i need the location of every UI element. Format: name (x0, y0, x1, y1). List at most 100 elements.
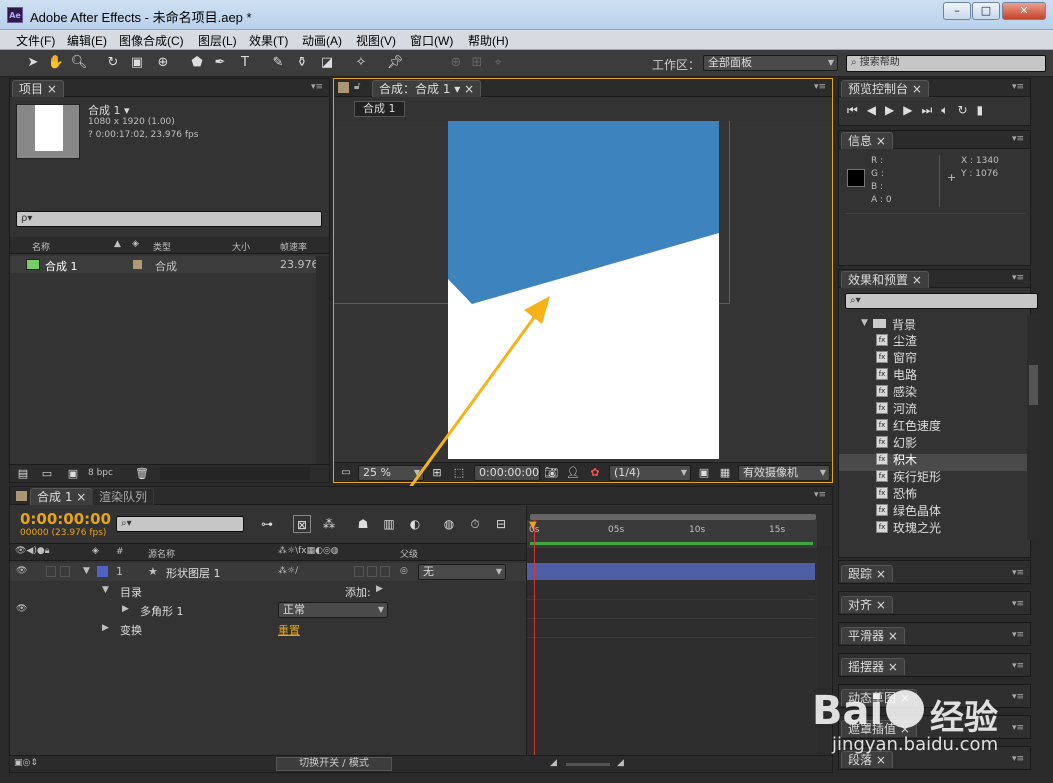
live-update-icon[interactable]: ⊠ (293, 515, 311, 533)
info-menu-icon[interactable]: ▾≡ (1012, 134, 1024, 144)
zoom-tool-icon[interactable]: 🔍︎ (70, 54, 88, 72)
effects-search-input[interactable]: ⌕▾ (845, 293, 1038, 309)
add-label[interactable]: 添加: (345, 584, 371, 600)
timeline-timecode[interactable]: 0:00:00:00 (20, 510, 111, 528)
tab-tracker[interactable]: 跟踪 × (841, 565, 893, 582)
reset-link[interactable]: 重置 (278, 622, 300, 638)
mask-interpolation-menu-icon[interactable]: ▾≡ (1012, 723, 1024, 733)
draft-3d-icon[interactable]: ⁂ (320, 515, 338, 533)
hand-tool-icon[interactable]: ✋ (47, 54, 65, 72)
menu-view[interactable]: 视图(V) (356, 32, 396, 49)
pickwhip-icon[interactable]: ◎ (400, 566, 408, 576)
transform-row[interactable]: ▶ 变换 重置 (10, 620, 526, 638)
menu-edit[interactable]: 编辑(E) (67, 32, 107, 49)
project-item-row[interactable]: 合成 1 合成 23.976 (10, 256, 319, 273)
menu-animation[interactable]: 动画(A) (302, 32, 342, 49)
transparency-grid-icon[interactable]: ▦ (716, 464, 734, 482)
zoom-out-icon[interactable]: ◢ (550, 758, 557, 768)
expand-contents-icon[interactable]: ▼ (102, 585, 109, 595)
comp-mini-flowchart-icon[interactable]: ⊶ (258, 515, 276, 533)
timeline-track-area[interactable]: 0s 05s 10s 15s ▼ (526, 506, 832, 772)
interpret-footage-icon[interactable]: ▤ (14, 465, 32, 483)
tab-info[interactable]: 信息 × (841, 132, 893, 149)
motion-sketch-menu-icon[interactable]: ▾≡ (1012, 692, 1024, 702)
align-menu-icon[interactable]: ▾≡ (1012, 599, 1024, 609)
effect-item[interactable]: fx 恐怖 (876, 485, 917, 502)
zoom-in-icon[interactable]: ◢ (617, 758, 624, 768)
minimize-button[interactable]: – (943, 2, 971, 20)
show-snapshot-icon[interactable]: 👤︎ (564, 464, 582, 482)
trash-icon[interactable]: 🗑︎ (133, 465, 151, 483)
switch-box-3[interactable] (380, 566, 390, 577)
pen-tool-icon[interactable]: ✒ (211, 54, 229, 72)
expand-polygon-icon[interactable]: ▶ (122, 604, 129, 614)
timeline-menu-icon[interactable]: ▾≡ (814, 490, 826, 500)
tab-align[interactable]: 对齐 × (841, 596, 893, 613)
effect-item[interactable]: fx 尘渣 (876, 332, 917, 349)
layer-label-swatch[interactable] (97, 566, 108, 577)
roto-brush-tool-icon[interactable]: ✧ (352, 54, 370, 72)
paragraph-menu-icon[interactable]: ▾≡ (1012, 754, 1024, 764)
effect-item[interactable]: fx 玫瑰之光 (876, 519, 941, 536)
layer-switches-icons[interactable]: ⁂☼/ (278, 566, 298, 576)
visibility-eye-icon[interactable]: 👁︎ (16, 566, 27, 576)
selection-tool-icon[interactable]: ➤ (24, 54, 42, 72)
tab-render-queue[interactable]: 渲染队列 (92, 488, 155, 505)
close-button[interactable]: ✕ (1002, 2, 1046, 20)
switch-box-2[interactable] (367, 566, 377, 577)
col-parent[interactable]: 父级 (400, 547, 418, 560)
tab-timeline-comp[interactable]: 合成 1 × (30, 488, 94, 505)
footer-icons[interactable]: ▣◎⇕ (14, 758, 38, 768)
polygon-row[interactable]: 👁︎ ▶ 多角形 1 正常 ▼ (10, 601, 526, 619)
menu-layer[interactable]: 图层(L) (198, 32, 237, 49)
puppet-pin-tool-icon[interactable]: 📌︎ (386, 54, 404, 72)
switch-box-1[interactable] (354, 566, 364, 577)
workspace-dropdown[interactable]: 全部面板 ▼ (703, 55, 838, 71)
graph-editor-icon[interactable]: ⊟ (492, 515, 510, 533)
menu-file[interactable]: 文件(F) (16, 32, 55, 49)
smoother-menu-icon[interactable]: ▾≡ (1012, 630, 1024, 640)
layer-row[interactable]: 👁︎ ▼ 1 ★ 形状图层 1 ⁂☼/ ◎ 无 ▼ (10, 563, 526, 581)
tab-effects-presets[interactable]: 效果和预置 × (841, 271, 929, 288)
effects-folder-name[interactable]: 背景 (892, 316, 916, 333)
effects-vscrollbar[interactable] (1027, 315, 1040, 540)
comp-subtab[interactable]: 合成 1 (354, 101, 405, 117)
timeline-vscrollbar[interactable] (817, 546, 831, 770)
parent-dropdown[interactable]: 无 ▼ (418, 564, 506, 580)
effects-menu-icon[interactable]: ▾≡ (1012, 273, 1024, 283)
bpc-label[interactable]: 8 bpc (88, 468, 113, 478)
expand-transform-icon[interactable]: ▶ (102, 623, 109, 633)
lock-icon[interactable]: 🔓︎ (354, 81, 360, 92)
col-fps[interactable]: 帧速率 (280, 240, 307, 253)
text-tool-icon[interactable]: T (236, 54, 254, 72)
shape-tool-icon[interactable]: ⬟ (188, 54, 206, 72)
pan-behind-tool-icon[interactable]: ⊕ (154, 54, 172, 72)
tab-project[interactable]: 项目 × (12, 80, 64, 97)
tab-motion-sketch[interactable]: 动态草图 × (841, 689, 917, 706)
auto-keyframe-icon[interactable]: ⏱ (466, 515, 484, 533)
comp-panel-menu-icon[interactable]: ▾≡ (814, 82, 826, 92)
tracker-menu-icon[interactable]: ▾≡ (1012, 568, 1024, 578)
brush-tool-icon[interactable]: ✎ (269, 54, 287, 72)
effect-item[interactable]: fx 红色速度 (876, 417, 941, 434)
effect-item[interactable]: fx 绿色晶体 (876, 502, 941, 519)
tab-preview[interactable]: 预览控制台 × (841, 80, 929, 97)
add-menu-icon[interactable]: ▶ (376, 584, 383, 594)
tab-wiggler[interactable]: 摇摆器 × (841, 658, 905, 675)
menu-help[interactable]: 帮助(H) (468, 32, 509, 49)
col-name[interactable]: 名称 (32, 240, 50, 253)
effect-item[interactable]: fx 电路 (876, 366, 917, 383)
project-vscrollbar[interactable] (316, 256, 329, 464)
wiggler-menu-icon[interactable]: ▾≡ (1012, 661, 1024, 671)
camera-dropdown[interactable]: 有效摄像机 ▼ (738, 465, 830, 481)
expand-layer-icon[interactable]: ▼ (83, 566, 90, 576)
project-hscrollbar[interactable] (160, 467, 310, 480)
brainstorm-icon[interactable]: ◍ (440, 515, 458, 533)
contents-row[interactable]: ▼ 目录 添加: ▶ (10, 582, 526, 600)
layer-duration-bar[interactable] (527, 563, 815, 580)
fast-previews-icon[interactable]: ▣ (695, 464, 713, 482)
blend-mode-dropdown[interactable]: 正常 ▼ (278, 602, 388, 618)
polygon-eye-icon[interactable]: 👁︎ (16, 604, 27, 614)
col-type[interactable]: 类型 (153, 240, 171, 253)
audio-switch[interactable] (46, 566, 56, 577)
